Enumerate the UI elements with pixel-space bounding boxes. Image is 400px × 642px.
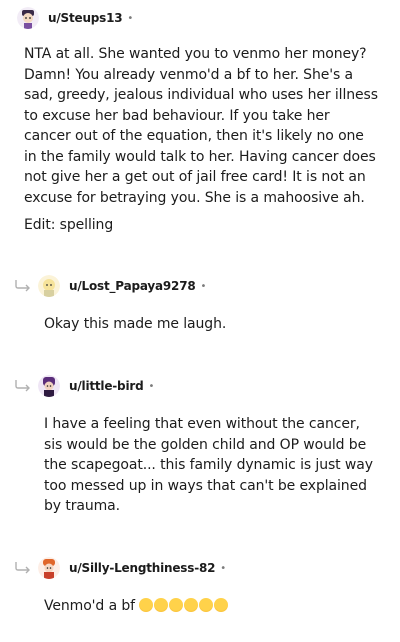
- reply-arrow-icon: [15, 380, 30, 392]
- username[interactable]: u/little-bird: [69, 379, 144, 393]
- comment-header: u/Silly-Lengthiness-82 •: [38, 554, 400, 582]
- reply-arrow-icon: [15, 562, 30, 574]
- emoji-row: [139, 596, 229, 617]
- comment-body-row: Venmo'd a bf: [44, 596, 374, 617]
- comment-header: u/Lost_Papaya9278 •: [38, 272, 400, 300]
- separator-dot: •: [200, 280, 207, 292]
- avatar[interactable]: [38, 275, 60, 297]
- separator-dot: •: [148, 380, 155, 392]
- comment-little-bird: u/little-bird • I have a feeling that ev…: [0, 372, 400, 514]
- comment-body: NTA at all. She wanted you to venmo her …: [24, 46, 378, 206]
- avatar-icon: [38, 275, 60, 297]
- reply-arrow-icon: [15, 280, 30, 292]
- rolling-on-floor-laughing-emoji: [199, 598, 214, 612]
- comment-header: u/little-bird •: [38, 372, 400, 400]
- username[interactable]: u/Steups13: [48, 11, 123, 25]
- comment-body: I have a feeling that even without the c…: [44, 416, 373, 514]
- comment-lost-papaya: u/Lost_Papaya9278 • Okay this made me la…: [0, 272, 400, 332]
- face-with-tears-of-joy-emoji: [154, 598, 169, 612]
- comment-silly-lengthiness: u/Silly-Lengthiness-82 • Venmo'd a bf: [0, 554, 400, 614]
- rolling-on-floor-laughing-emoji: [184, 598, 199, 612]
- username[interactable]: u/Lost_Papaya9278: [69, 279, 196, 293]
- username[interactable]: u/Silly-Lengthiness-82: [69, 561, 215, 575]
- rolling-on-floor-laughing-emoji: [214, 598, 229, 612]
- comment-body: Venmo'd a bf: [44, 598, 136, 614]
- avatar[interactable]: [38, 375, 60, 397]
- face-with-tears-of-joy-emoji: [139, 598, 154, 612]
- separator-dot: •: [220, 562, 227, 574]
- avatar[interactable]: [38, 557, 60, 579]
- avatar-icon: [17, 7, 39, 29]
- avatar[interactable]: [17, 7, 39, 29]
- face-with-tears-of-joy-emoji: [169, 598, 184, 612]
- avatar-icon: [38, 375, 60, 397]
- comment-header: u/Steups13 •: [17, 4, 400, 32]
- separator-dot: •: [127, 12, 134, 24]
- comment-body: Okay this made me laugh.: [44, 316, 227, 332]
- avatar-icon: [38, 557, 60, 579]
- comment-steups13: u/Steups13 • NTA at all. She wanted you …: [0, 4, 400, 233]
- comment-edit-note: Edit: spelling: [24, 217, 114, 233]
